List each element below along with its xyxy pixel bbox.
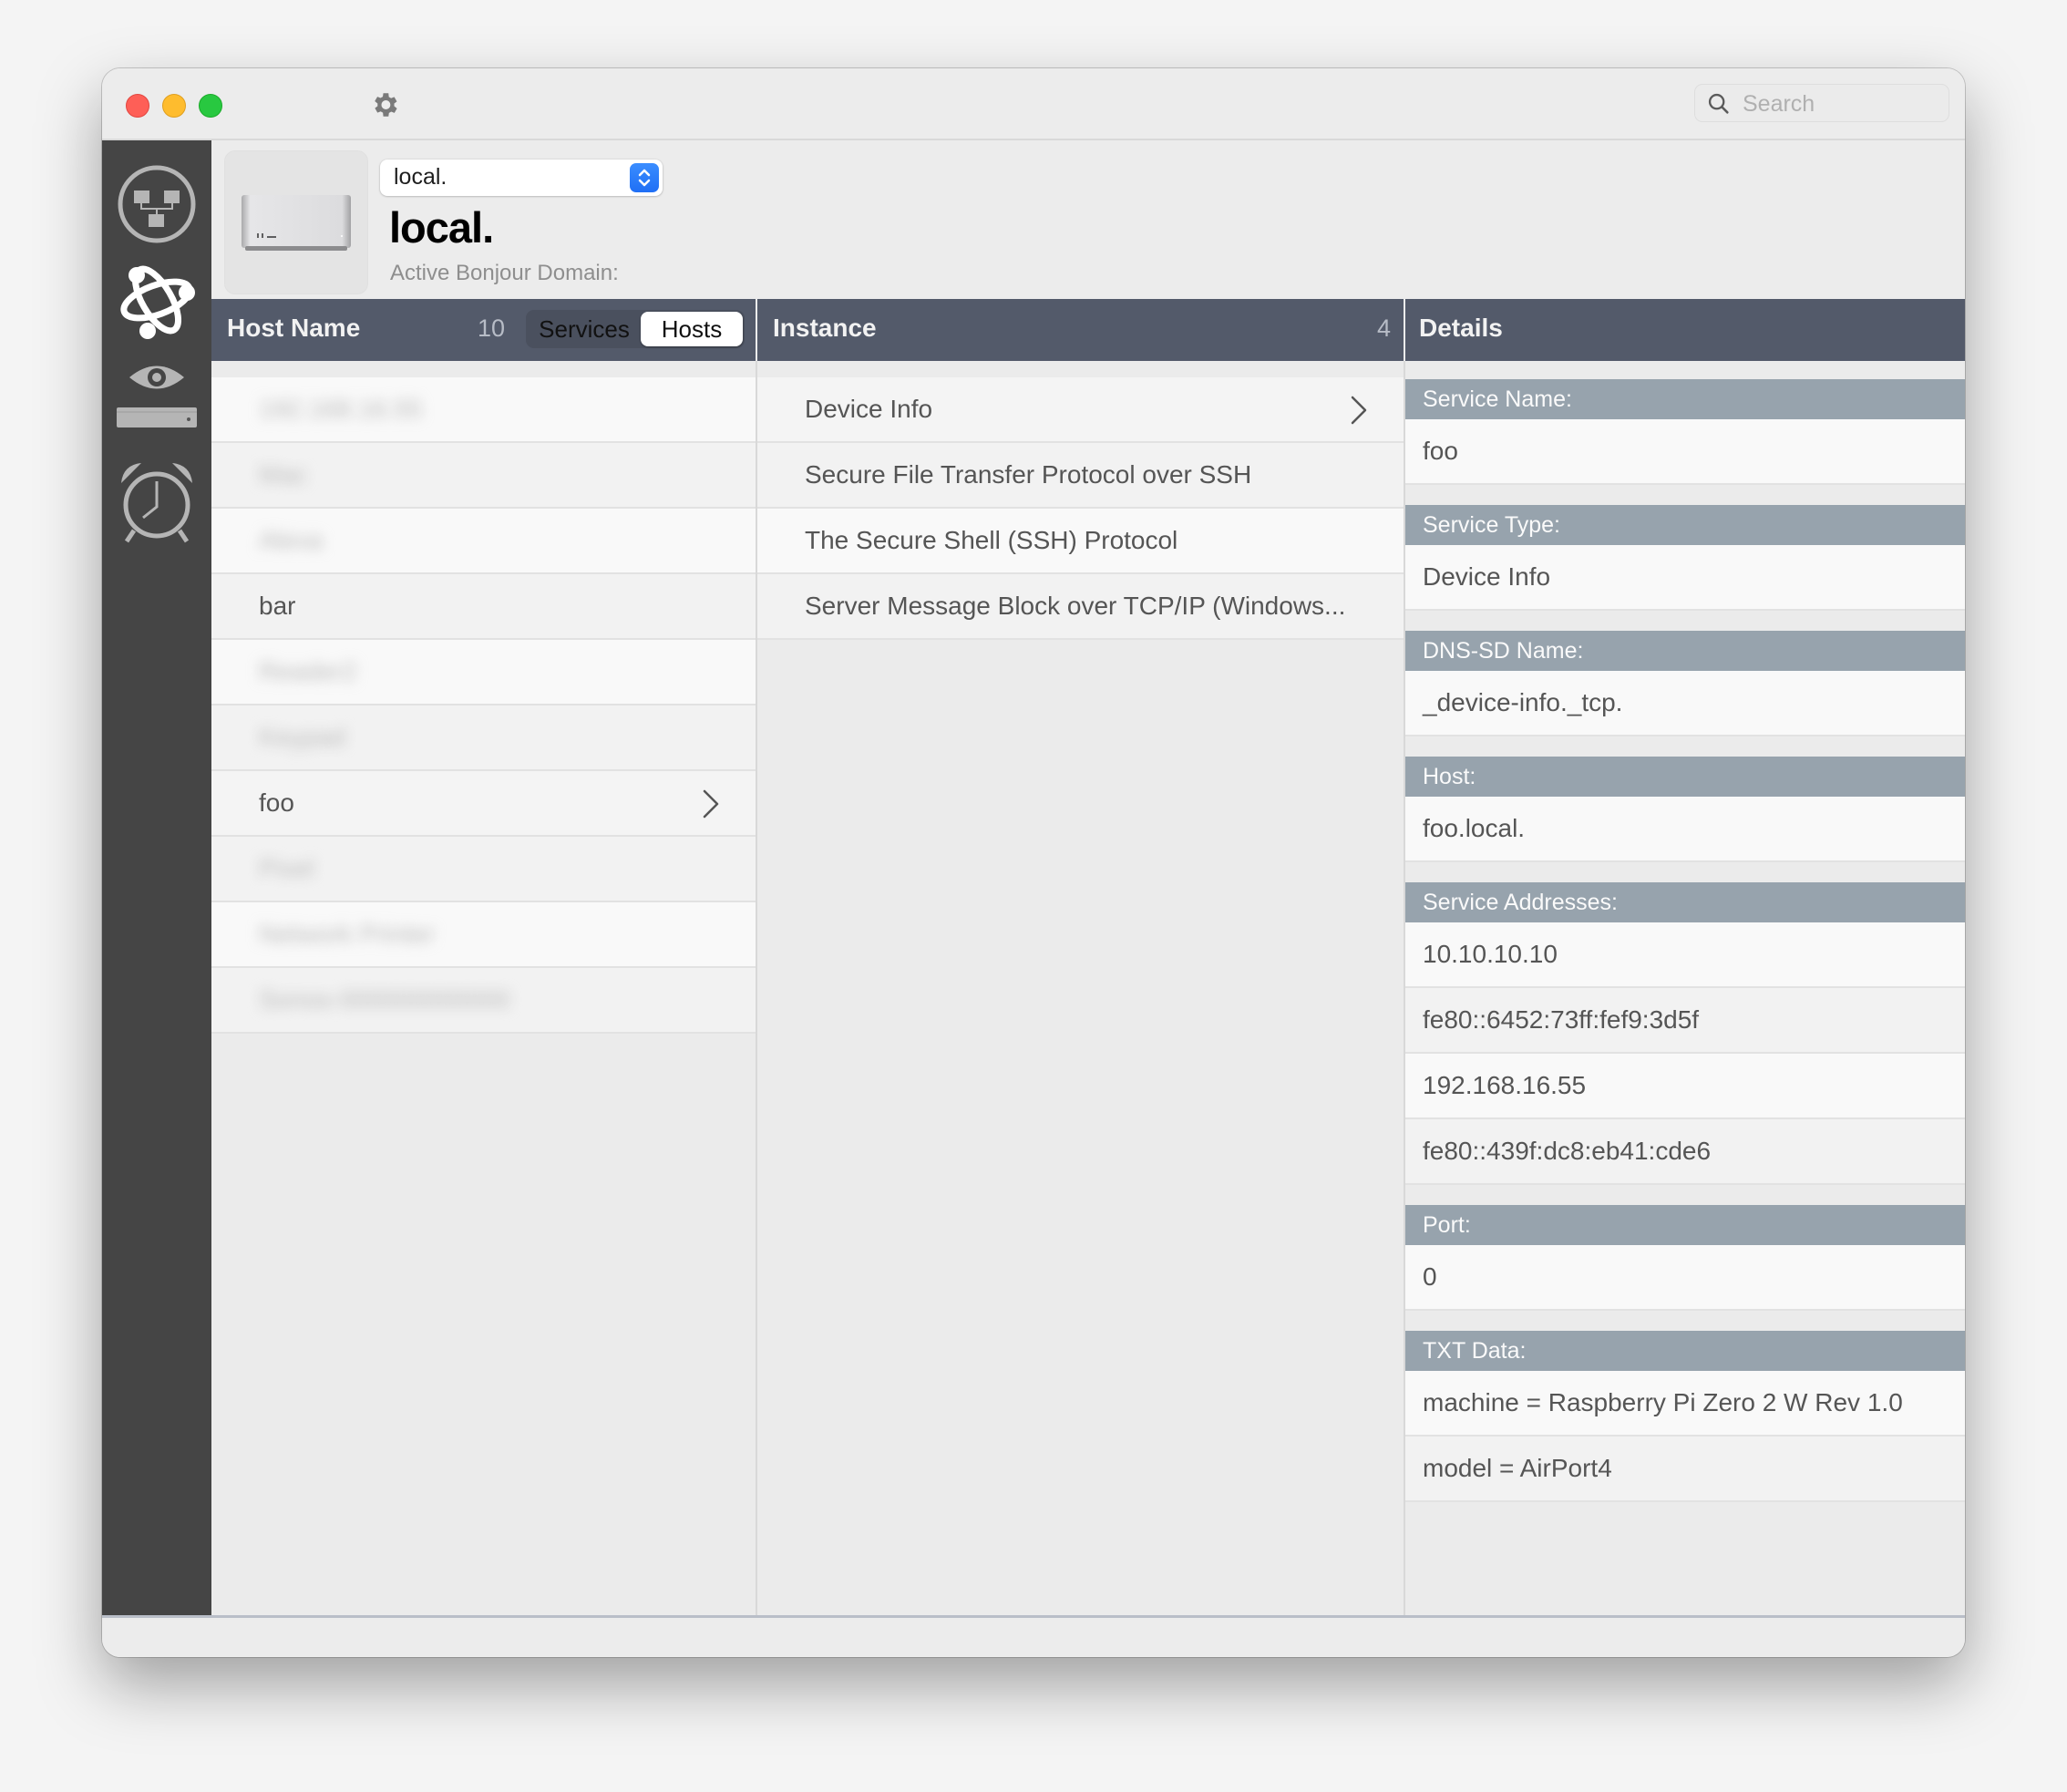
instance-row[interactable]: Server Message Block over TCP/IP (Window…	[757, 574, 1404, 640]
chevron-up-down-icon	[630, 163, 659, 192]
detail-group: Host: foo.local.	[1405, 757, 1965, 862]
detail-value: foo.local.	[1405, 797, 1965, 862]
eye-device-icon	[117, 366, 197, 427]
detail-label: Service Addresses:	[1405, 882, 1965, 922]
host-row[interactable]: bar	[211, 574, 756, 640]
host-row-label: Mac	[259, 460, 307, 489]
host-column-header: Host Name 10 Services Hosts	[211, 299, 756, 361]
host-row[interactable]: Mac	[211, 443, 756, 509]
host-row[interactable]: Pixel	[211, 837, 756, 902]
instance-row[interactable]: Secure File Transfer Protocol over SSH	[757, 443, 1404, 509]
domain-popup-value: local.	[394, 164, 447, 190]
host-list: 192.168.16.55 Mac Alexa bar Reader2 Keypad foo…	[211, 361, 757, 1616]
minimize-button[interactable]	[162, 94, 186, 118]
detail-label: Host:	[1405, 757, 1965, 797]
detail-label: Port:	[1405, 1205, 1965, 1245]
host-row[interactable]: Keypad	[211, 705, 756, 771]
host-row-label: bar	[259, 592, 296, 620]
close-button[interactable]	[126, 94, 149, 118]
detail-value: _device-info._tcp.	[1405, 671, 1965, 736]
host-row-label: Keypad	[259, 723, 345, 751]
host-row[interactable]: Alexa	[211, 509, 756, 574]
detail-group: TXT Data: machine = Raspberry Pi Zero 2 W…	[1405, 1331, 1965, 1502]
details-panel: Service Name: foo Service Type: Device Info…	[1405, 361, 1965, 1616]
bottom-bar	[102, 1615, 1965, 1657]
detail-value: foo	[1405, 419, 1965, 485]
search-input[interactable]	[1741, 88, 1940, 119]
host-row-label: Pixel	[259, 854, 314, 882]
detail-label: DNS-SD Name:	[1405, 631, 1965, 671]
detail-group: Service Name: foo	[1405, 379, 1965, 485]
device-image	[224, 150, 368, 294]
search-icon	[1708, 93, 1729, 114]
title-bar	[102, 68, 1965, 140]
detail-value: fe80::439f:dc8:eb41:cde6	[1405, 1119, 1965, 1185]
app-window: local. local. Active Bonjour Domain: Hos…	[102, 68, 1965, 1657]
network-icon	[118, 165, 196, 243]
sidebar	[102, 140, 211, 1616]
detail-group: Service Type: Device Info	[1405, 505, 1965, 611]
detail-value: machine = Raspberry Pi Zero 2 W Rev 1.0	[1405, 1371, 1965, 1437]
bonjour-icon	[120, 265, 195, 339]
detail-value: 192.168.16.55	[1405, 1054, 1965, 1119]
domain-subtitle: Active Bonjour Domain:	[390, 261, 619, 285]
chevron-right-icon	[701, 788, 721, 827]
host-row-label: Network Printer	[259, 920, 435, 948]
host-row-label: Sonos-000000000000	[259, 985, 510, 1014]
mac-studio-icon	[242, 195, 351, 251]
instance-row-label: The Secure Shell (SSH) Protocol	[805, 526, 1178, 554]
sidebar-item-device-monitor[interactable]	[111, 350, 202, 441]
host-row-label: 192.168.16.55	[259, 395, 423, 423]
detail-label: Service Type:	[1405, 505, 1965, 545]
host-row-label: foo	[259, 788, 294, 817]
detail-group: Service Addresses: 10.10.10.10 fe80::6452:…	[1405, 882, 1965, 1185]
view-mode-segmented-control: Services Hosts	[526, 310, 745, 348]
detail-label: Service Name:	[1405, 379, 1965, 419]
host-count: 10	[478, 314, 506, 342]
detail-value: fe80::6452:73ff:fef9:3d5f	[1405, 988, 1965, 1054]
instance-list: Device Info Secure File Transfer Protocol…	[757, 361, 1405, 1616]
segment-hosts[interactable]: Hosts	[641, 312, 743, 346]
detail-group: Port: 0	[1405, 1205, 1965, 1311]
search-field[interactable]	[1694, 84, 1949, 122]
host-row[interactable]: Reader2	[211, 640, 756, 705]
instance-column-header: Instance 4	[757, 299, 1404, 361]
alarm-clock-icon	[121, 462, 192, 542]
segment-services[interactable]: Services	[530, 312, 639, 346]
details-column-header: Details	[1405, 299, 1965, 361]
host-row[interactable]: foo	[211, 771, 756, 837]
details-column-title: Details	[1419, 314, 1503, 342]
detail-group: DNS-SD Name: _device-info._tcp.	[1405, 631, 1965, 736]
host-row-label: Reader2	[259, 657, 357, 685]
instance-row[interactable]: The Secure Shell (SSH) Protocol	[757, 509, 1404, 574]
instance-column-title: Instance	[773, 314, 877, 342]
host-row[interactable]: 192.168.16.55	[211, 377, 756, 443]
detail-value: model = AirPort4	[1405, 1437, 1965, 1502]
sidebar-item-network[interactable]	[111, 159, 202, 250]
host-row-label: Alexa	[259, 526, 324, 554]
gear-icon	[375, 93, 397, 117]
domain-popup-button[interactable]: local.	[380, 160, 663, 196]
detail-value: 0	[1405, 1245, 1965, 1311]
host-column-title: Host Name	[227, 314, 361, 342]
instance-row-label: Device Info	[805, 395, 933, 423]
zoom-button[interactable]	[199, 94, 222, 118]
sidebar-item-bonjour[interactable]	[111, 254, 202, 345]
chevron-right-icon	[1349, 394, 1369, 433]
domain-title: local.	[389, 203, 494, 252]
instance-row[interactable]: Device Info	[757, 377, 1404, 443]
settings-button[interactable]	[369, 89, 400, 120]
instance-row-label: Secure File Transfer Protocol over SSH	[805, 460, 1252, 489]
host-row[interactable]: Network Printer	[211, 902, 756, 968]
instance-row-label: Server Message Block over TCP/IP (Window…	[805, 592, 1346, 620]
host-row[interactable]: Sonos-000000000000	[211, 968, 756, 1034]
detail-value: Device Info	[1405, 545, 1965, 611]
sidebar-item-alarm[interactable]	[111, 455, 202, 546]
detail-value: 10.10.10.10	[1405, 922, 1965, 988]
instance-count: 4	[1376, 314, 1391, 342]
detail-label: TXT Data:	[1405, 1331, 1965, 1371]
